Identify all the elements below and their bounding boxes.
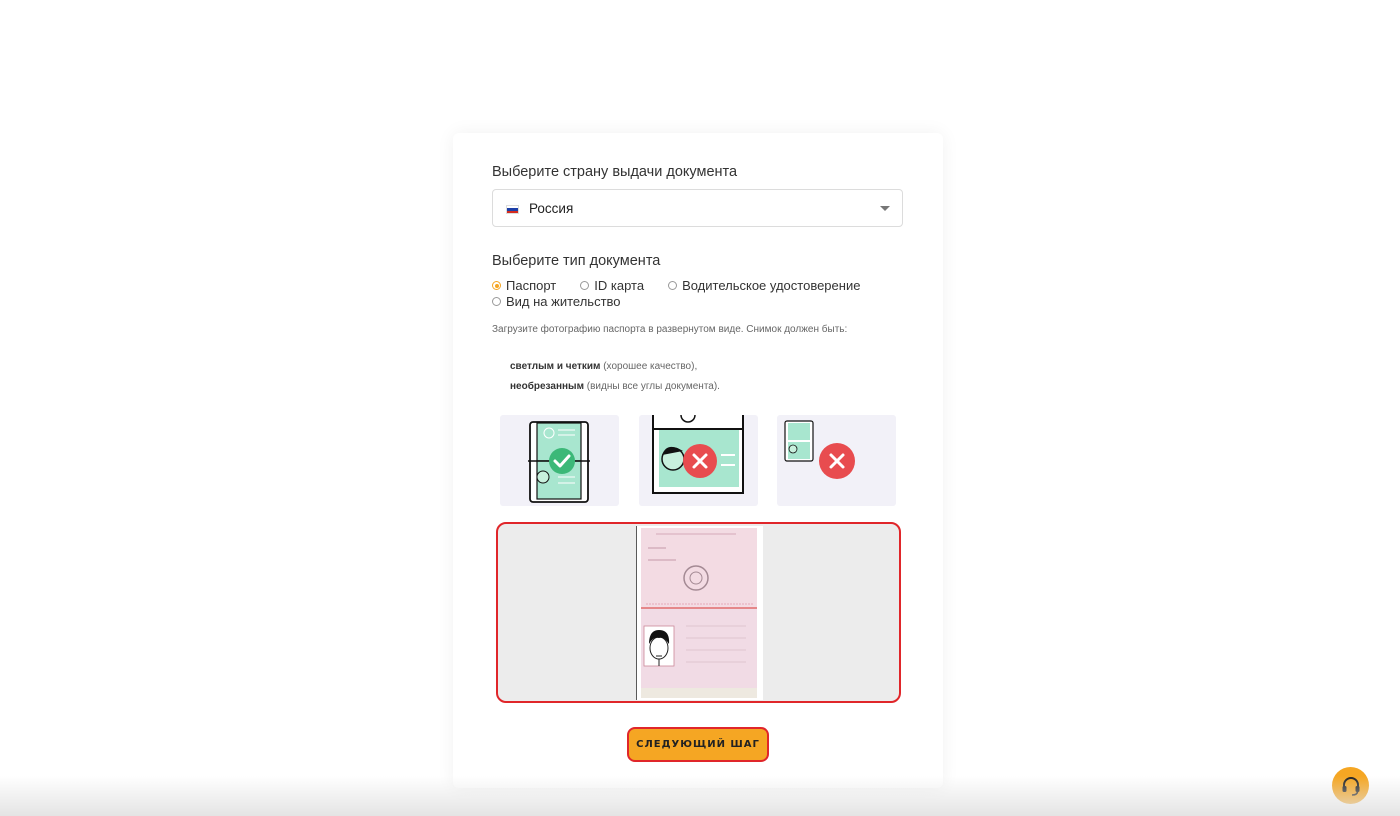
requirement-uncropped-bold: необрезанным xyxy=(510,381,584,392)
radio-drivers-license-label: Водительское удостоверение xyxy=(682,278,861,293)
requirement-quality-rest: (хорошее качество), xyxy=(600,361,698,372)
radio-passport[interactable]: Паспорт xyxy=(492,278,556,293)
example-correct-tile xyxy=(500,415,619,506)
example-too-close-tile xyxy=(639,415,758,506)
radio-id-card-label: ID карта xyxy=(594,278,645,293)
example-too-far-tile xyxy=(777,415,896,506)
radio-residence-permit[interactable]: Вид на жительство xyxy=(492,294,621,309)
radio-passport-dot[interactable] xyxy=(492,281,501,290)
upload-hint: Загрузите фотографию паспорта в разверну… xyxy=(492,324,848,335)
passport-too-close-illustration xyxy=(652,415,744,494)
radio-id-card[interactable]: ID карта xyxy=(580,278,644,293)
requirement-quality-bold: светлым и четким xyxy=(510,361,601,372)
bottom-shadow xyxy=(0,776,1400,816)
radio-passport-label: Паспорт xyxy=(506,278,557,293)
country-select-value: Россия xyxy=(529,201,574,216)
next-step-button[interactable]: СЛЕДУЮЩИЙ ШАГ xyxy=(627,727,769,762)
uploaded-passport-image xyxy=(635,526,763,700)
doctype-radio-group: Паспорт ID карта Водительское удостовере… xyxy=(492,278,871,293)
passport-correct-illustration xyxy=(528,421,590,503)
radio-drivers-license[interactable]: Водительское удостоверение xyxy=(668,278,860,293)
requirement-quality: светлым и четким (хорошее качество), xyxy=(510,361,697,372)
check-icon xyxy=(549,448,575,474)
radio-residence-permit-dot[interactable] xyxy=(492,297,501,306)
radio-drivers-license-dot[interactable] xyxy=(668,281,678,290)
passport-too-far-illustration xyxy=(784,420,855,479)
country-select[interactable]: Россия xyxy=(492,189,903,227)
chevron-down-icon[interactable] xyxy=(880,206,890,211)
doctype-label: Выберите тип документа xyxy=(492,253,661,269)
radio-residence-permit-label: Вид на жительство xyxy=(506,294,621,309)
verification-card: Выберите страну выдачи документа Россия … xyxy=(453,133,943,788)
doctype-radio-group-2: Вид на жительство xyxy=(492,294,632,309)
country-label: Выберите страну выдачи документа xyxy=(492,164,738,180)
radio-id-card-dot[interactable] xyxy=(580,281,590,290)
requirement-uncropped-rest: (видны все углы документа). xyxy=(583,381,720,392)
requirement-uncropped: необрезанным (видны все углы документа). xyxy=(510,381,720,392)
russia-flag-icon xyxy=(506,205,519,214)
passport-upload-area[interactable] xyxy=(496,522,901,703)
